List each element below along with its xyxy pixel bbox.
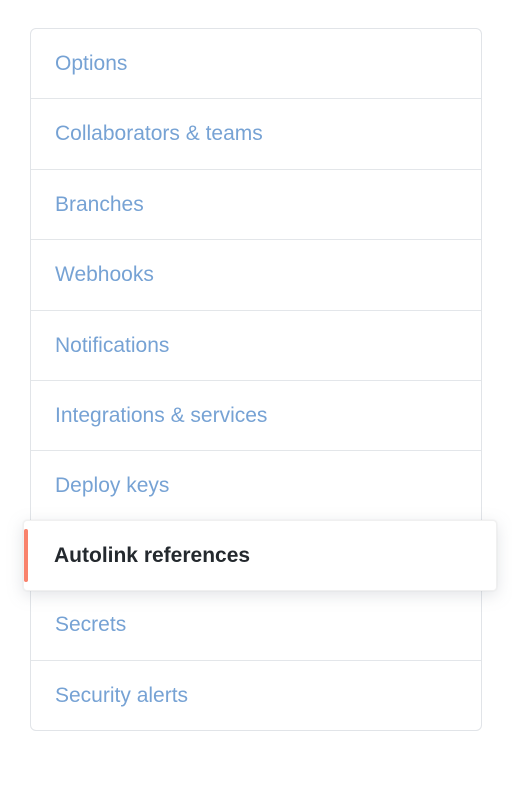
settings-sidebar: Options Collaborators & teams Branches W… [30,28,482,731]
sidebar-item-security-alerts[interactable]: Security alerts [31,661,481,730]
sidebar-item-notifications[interactable]: Notifications [31,311,481,381]
sidebar-item-integrations-services[interactable]: Integrations & services [31,381,481,451]
sidebar-item-deploy-keys[interactable]: Deploy keys [31,451,481,521]
sidebar-item-secrets[interactable]: Secrets [31,590,481,660]
sidebar-item-branches[interactable]: Branches [31,170,481,240]
sidebar-item-options[interactable]: Options [31,29,481,99]
active-highlight: Autolink references [23,520,497,591]
sidebar-item-label: Autolink references [54,544,250,567]
sidebar-item-autolink-references[interactable]: Autolink references [31,520,481,590]
sidebar-item-webhooks[interactable]: Webhooks [31,240,481,310]
sidebar-item-collaborators-teams[interactable]: Collaborators & teams [31,99,481,169]
